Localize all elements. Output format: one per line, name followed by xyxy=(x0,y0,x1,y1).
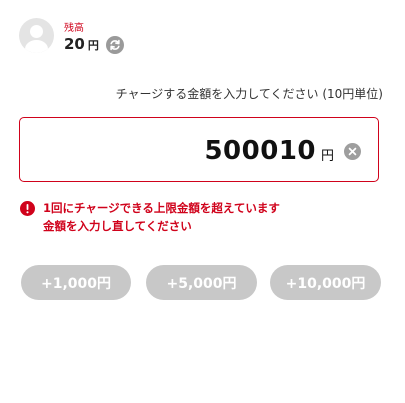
preset-5000-button[interactable]: +5,000円 xyxy=(146,265,257,300)
avatar-head xyxy=(30,25,43,38)
balance-label: 残高 xyxy=(64,23,84,34)
error-line-2: 金額を入力し直してください xyxy=(43,219,192,233)
refresh-icon[interactable] xyxy=(106,36,124,54)
preset-1000-button[interactable]: +1,000円 xyxy=(21,265,131,300)
error-icon xyxy=(20,201,35,216)
avatar-shoulders xyxy=(25,40,48,53)
amount-input-field[interactable]: 500010 円 xyxy=(19,117,379,182)
amount-instruction: チャージする金額を入力してください (10円単位) xyxy=(115,87,383,101)
amount-input-currency: 円 xyxy=(320,149,334,164)
avatar xyxy=(19,18,54,53)
balance-amount: 20 円 xyxy=(64,35,99,53)
clear-icon[interactable] xyxy=(344,143,361,160)
error-message: 1回にチャージできる上限金額を超えています 金額を入力し直してください xyxy=(43,199,280,235)
preset-10000-button[interactable]: +10,000円 xyxy=(270,265,381,300)
error-line-1: 1回にチャージできる上限金額を超えています xyxy=(43,201,280,215)
balance-value: 20 xyxy=(64,35,85,53)
amount-input-value[interactable]: 500010 xyxy=(204,136,316,166)
balance-currency: 円 xyxy=(87,39,99,52)
